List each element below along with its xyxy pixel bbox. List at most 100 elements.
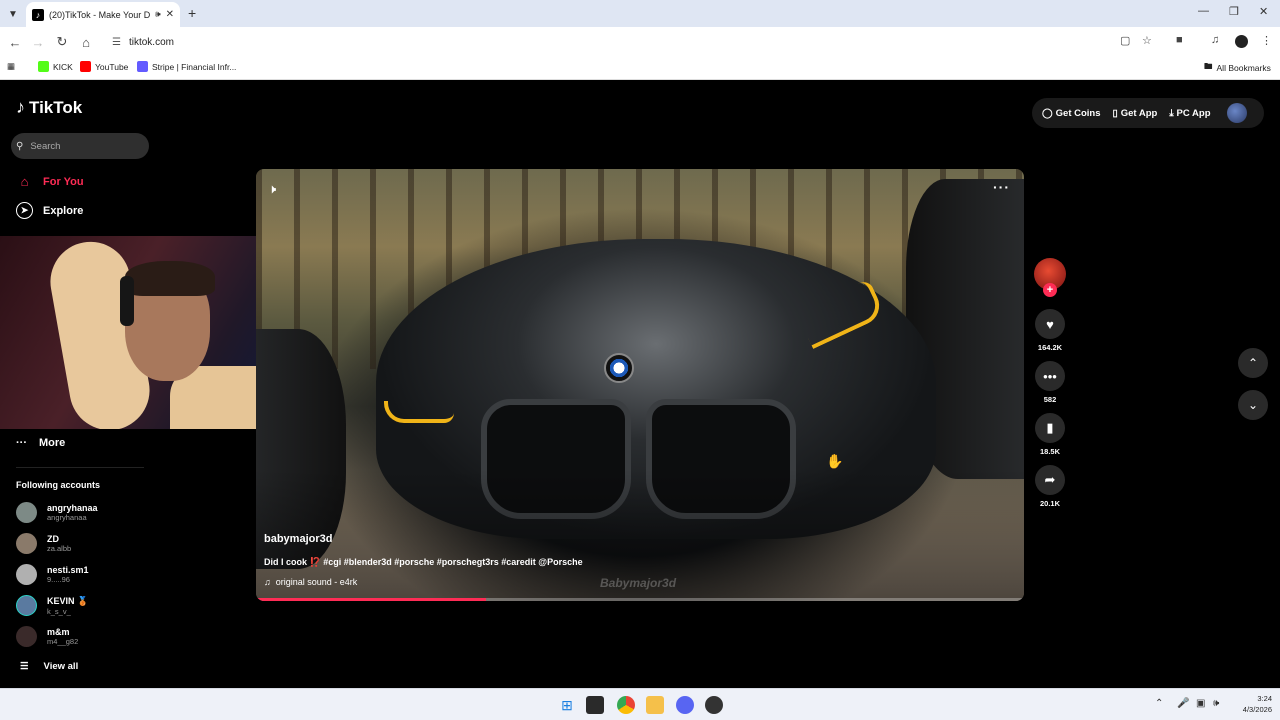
site-info-icon[interactable]: ☰ (112, 37, 121, 48)
nav-for-you[interactable]: ⌂ For You (16, 173, 84, 190)
browser-tab-active[interactable]: ♪ (20)TikTok - Make Your Day 🕪 ✕ (26, 2, 180, 27)
youtube-icon (80, 61, 91, 72)
bookmark-label: KICK (53, 61, 73, 72)
following-account[interactable]: KEVIN 🥉 k_s_v_ (16, 595, 88, 616)
avatar (16, 533, 37, 554)
tiktok-logo[interactable]: ♪ TikTok (16, 97, 82, 118)
video-headlight-left (384, 401, 454, 423)
like-action[interactable]: ♥ 164.2K (1035, 309, 1065, 352)
search-input[interactable] (28, 139, 139, 153)
account-nickname: za.albb (47, 544, 72, 553)
video-caption: Did I cook ⁉️ #cgi #blender3d #porsche #… (264, 557, 583, 567)
phone-icon: ▯ (1112, 107, 1118, 119)
account-nickname: m4__g82 (47, 637, 79, 646)
share-count: 20.1K (1039, 499, 1060, 508)
microphone-icon[interactable]: 🎤 (1177, 698, 1189, 709)
speaker-icon[interactable]: 🕪 (1213, 698, 1219, 709)
folder-icon: 🖿 (1204, 61, 1213, 71)
apps-grid-icon[interactable]: ▦ (7, 61, 15, 72)
video-author[interactable]: babymajor3d (264, 533, 332, 545)
pc-app-button[interactable]: ⤓ PC App (1169, 108, 1210, 119)
chrome-icon[interactable] (617, 696, 635, 714)
account-username: angryhanaa (47, 503, 98, 513)
windows-start-icon[interactable]: ⊞ (558, 696, 576, 714)
following-account[interactable]: m&m m4__g82 (16, 626, 78, 647)
address-bar[interactable]: ☰ tiktok.com (104, 30, 1164, 54)
url-text[interactable]: tiktok.com (129, 37, 174, 48)
follow-plus-icon[interactable]: + (1043, 283, 1057, 297)
browser-menu-icon[interactable]: ⋮ (1261, 34, 1272, 47)
account-username: m&m (47, 627, 70, 637)
all-bookmarks-label: All Bookmarks (1216, 63, 1271, 73)
clock-time: 3:24 (1257, 694, 1272, 703)
previous-video-button[interactable]: ⌃ (1238, 348, 1268, 378)
browser-profile-avatar[interactable] (1235, 35, 1248, 48)
volume-icon[interactable]: 🕨 (268, 181, 276, 197)
nav-more[interactable]: ··· More (16, 437, 65, 449)
app-icon[interactable] (705, 696, 723, 714)
all-bookmarks-button[interactable]: 🖿 All Bookmarks (1204, 61, 1271, 75)
heart-icon[interactable]: ♥ (1035, 309, 1065, 339)
tab-audio-icon[interactable]: 🕪 (155, 9, 161, 20)
tray-overflow-chevron-icon[interactable]: ⌃ (1155, 698, 1163, 709)
new-tab-button[interactable]: + (188, 5, 196, 21)
back-button[interactable]: ← (6, 33, 24, 51)
browser-toolbar: ← → ↻ ⌂ ☰ tiktok.com ▢ ☆ ■ ♫ ⋮ (0, 27, 1280, 57)
bookmark-star-icon[interactable]: ☆ (1142, 34, 1152, 47)
home-button[interactable]: ⌂ (77, 33, 95, 51)
next-video-button[interactable]: ⌄ (1238, 390, 1268, 420)
nav-explore[interactable]: ➤ Explore (16, 202, 83, 219)
user-avatar[interactable] (1226, 103, 1247, 123)
bookmark-stripe[interactable]: Stripe | Financial Infr... (137, 61, 236, 72)
network-icon[interactable]: ▣ (1196, 698, 1205, 709)
tiktok-favicon-icon: ♪ (32, 8, 44, 21)
share-arrow-icon[interactable]: ➦ (1035, 465, 1065, 495)
comment-icon[interactable]: ••• (1035, 361, 1065, 391)
save-count: 18.5K (1039, 447, 1060, 456)
download-icon: ⤓ (1169, 107, 1174, 119)
following-account[interactable]: nesti.sm1 9.....96 (16, 564, 89, 585)
tab-close-icon[interactable]: ✕ (166, 9, 174, 20)
save-action[interactable]: ▮ 18.5K (1035, 413, 1065, 456)
share-action[interactable]: ➦ 20.1K (1035, 465, 1065, 508)
home-icon: ⌂ (20, 174, 29, 189)
pc-app-label: PC App (1176, 107, 1211, 119)
tab-search-chevron-icon[interactable]: ▼ (4, 5, 22, 23)
bookmarks-bar: ▦ KICK YouTube Stripe | Financial Infr..… (0, 57, 1280, 80)
bookmark-youtube[interactable]: YouTube (80, 61, 128, 72)
more-dots-icon: ··· (16, 437, 27, 449)
avatar (16, 564, 37, 585)
get-coins-button[interactable]: ◯ Get Coins (1042, 108, 1101, 119)
discord-icon[interactable] (676, 696, 694, 714)
terminal-icon[interactable] (586, 696, 604, 714)
reload-button[interactable]: ↻ (53, 33, 71, 51)
file-explorer-icon[interactable] (646, 696, 664, 714)
install-app-icon[interactable]: ▢ (1120, 34, 1130, 47)
window-close-button[interactable]: ✕ (1259, 5, 1268, 18)
video-watermark: Babymajor3d (600, 576, 677, 590)
stripe-icon (137, 61, 148, 72)
get-app-button[interactable]: ▯ Get App (1113, 108, 1158, 119)
following-account[interactable]: angryhanaa angryhanaa (16, 502, 98, 523)
extensions-icon[interactable]: ■ (1176, 34, 1183, 46)
minimize-button[interactable]: — (1198, 5, 1209, 17)
search-box[interactable]: ⚲ (11, 133, 149, 159)
forward-button[interactable]: → (29, 33, 47, 51)
video-sound[interactable]: ♫ original sound - e4rk (264, 577, 357, 587)
chevron-down-icon: ⌄ (1247, 398, 1259, 412)
media-controls-icon[interactable]: ♫ (1211, 34, 1219, 46)
taskbar-clock[interactable]: 3:24 4/3/2026 (1232, 693, 1272, 715)
video-more-options-icon[interactable]: ··· (993, 179, 1010, 195)
bookmark-kick[interactable]: KICK (38, 61, 73, 72)
account-username: ZD (47, 534, 59, 544)
comment-action[interactable]: ••• 582 (1035, 361, 1065, 404)
nav-label: More (39, 437, 66, 449)
account-nickname: k_s_v_ (47, 606, 71, 616)
bookmark-icon[interactable]: ▮ (1035, 413, 1065, 443)
bookmark-label: Stripe | Financial Infr... (152, 61, 237, 72)
restore-button[interactable]: ❐ (1229, 5, 1239, 18)
kick-icon (38, 61, 49, 72)
following-account[interactable]: ZD za.albb (16, 533, 71, 554)
video-player[interactable]: 🕨 ··· babymajor3d Did I cook ⁉️ #cgi #bl… (256, 169, 1024, 601)
view-all-button[interactable]: ☰ View all (20, 661, 78, 672)
